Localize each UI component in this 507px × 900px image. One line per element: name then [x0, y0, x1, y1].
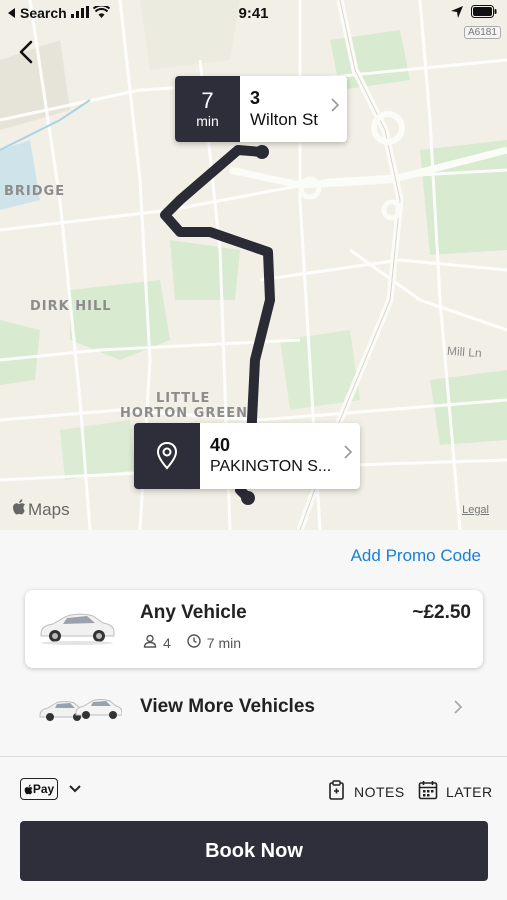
area-label-horton-green: HORTON GREEN	[120, 406, 249, 421]
chevron-left-icon	[19, 40, 33, 64]
apple-pay-badge: Pay	[20, 778, 58, 800]
pickup-address: 3 Wilton St	[240, 76, 347, 142]
vehicle-option-card[interactable]: Any Vehicle ~£2.50 4 7 min	[25, 590, 483, 668]
location-pin-icon	[156, 442, 178, 470]
dropoff-address: 40 PAKINGTON S...	[200, 423, 360, 489]
vehicle-name: Any Vehicle	[140, 602, 247, 623]
chevron-right-icon	[344, 445, 353, 464]
battery-icon	[471, 5, 497, 22]
calendar-icon	[418, 780, 438, 803]
notes-button[interactable]: NOTES	[328, 780, 405, 803]
payment-method-label: Pay	[32, 782, 55, 796]
vehicle-meta: 4 7 min	[143, 634, 241, 651]
cars-icon	[38, 694, 123, 727]
add-promo-code-link[interactable]: Add Promo Code	[351, 546, 481, 566]
pickup-eta-box: 7 min	[175, 76, 240, 142]
payment-method-selector[interactable]: Pay	[20, 778, 82, 800]
car-icon	[37, 608, 117, 651]
pickup-number: 3	[250, 88, 261, 108]
clock-icon	[187, 634, 201, 651]
pickup-street: Wilton St	[250, 110, 319, 129]
chevron-right-icon	[453, 699, 463, 720]
divider	[0, 756, 507, 757]
legal-link[interactable]: Legal	[462, 504, 489, 516]
apple-logo-icon	[12, 499, 26, 520]
chevron-down-icon	[68, 780, 82, 798]
later-label: LATER	[446, 783, 493, 800]
later-button[interactable]: LATER	[418, 780, 493, 803]
dropoff-street: PAKINGTON S...	[210, 458, 332, 475]
pickup-marker[interactable]: 7 min 3 Wilton St	[175, 76, 347, 142]
apple-logo-icon	[24, 784, 33, 794]
notes-label: NOTES	[354, 783, 405, 800]
book-now-button[interactable]: Book Now	[20, 821, 488, 881]
vehicle-seats: 4	[163, 634, 171, 651]
area-label-bridge: BRIDGE	[4, 184, 66, 199]
area-label-little: LITTLE	[156, 391, 211, 406]
street-label-mill-ln: Mill Ln	[446, 343, 483, 361]
person-icon	[143, 634, 157, 651]
status-right	[451, 5, 497, 22]
status-bar: Search 9:41	[0, 0, 507, 28]
road-badge: A6181	[464, 26, 501, 39]
vehicle-eta: 7 min	[206, 634, 242, 651]
dropoff-marker[interactable]: 40 PAKINGTON S...	[134, 423, 360, 489]
pickup-eta-value: 7	[201, 88, 214, 113]
area-label-dirk-hill: DIRK HILL	[30, 299, 112, 314]
maps-brand-label: Maps	[28, 499, 70, 519]
status-time: 9:41	[238, 5, 269, 22]
location-arrow-icon	[451, 5, 463, 22]
booking-screen: Search 9:41 BRIDGE DIRK HILL LITTLE HORT…	[0, 0, 507, 900]
dropoff-icon-box	[134, 423, 200, 489]
apple-maps-logo: Maps	[12, 499, 70, 520]
dropoff-number: 40	[210, 435, 231, 455]
booking-panel: Add Promo Code Any Vehicle ~£2.50 4 7 mi…	[0, 530, 507, 900]
view-more-vehicles-label: View More Vehicles	[140, 696, 315, 717]
route-map[interactable]: Search 9:41 BRIDGE DIRK HILL LITTLE HORT…	[0, 0, 507, 530]
vehicle-price: ~£2.50	[412, 602, 471, 623]
back-button[interactable]	[10, 36, 42, 68]
chevron-right-icon	[331, 98, 340, 117]
view-more-vehicles-row[interactable]: View More Vehicles	[0, 678, 507, 740]
notes-icon	[328, 780, 346, 803]
pickup-eta-unit: min	[196, 113, 219, 129]
